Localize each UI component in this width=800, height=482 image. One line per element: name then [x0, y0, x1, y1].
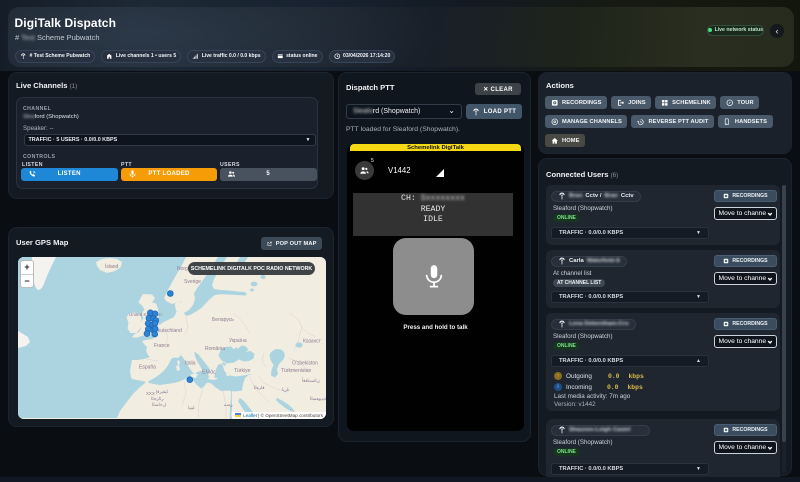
svg-text:Sverige: Sverige	[184, 279, 201, 285]
svg-text:ﺮﺋاﺰﺠﻟا: ﺮﺋاﺰﺠﻟا	[151, 396, 164, 401]
svg-text:Казахст: Казахст	[303, 339, 322, 345]
svg-text:Türkmenistan: Türkmenistan	[281, 368, 312, 374]
svg-text:Україна: Україна	[229, 338, 247, 344]
svg-text:France: France	[154, 343, 170, 349]
svg-text:قاﺮﻌﻟا: قاﺮﻌﻟا	[254, 385, 265, 390]
svg-text:Ísland: Ísland	[105, 263, 119, 270]
svg-text:Ελλάς: Ελλάς	[202, 369, 216, 376]
svg-text:نﺎﺘﺴﻧﺎﻐﻓأ: نﺎﺘﺴﻧﺎﻐﻓأ	[302, 377, 320, 383]
svg-text:España: España	[139, 365, 156, 371]
svg-text:ﺔﻳدﻮﻌﺴﻟا: ﺔﻳدﻮﻌﺴﻟا	[310, 396, 326, 401]
svg-text:România: România	[205, 346, 225, 352]
svg-text:ﺎﻴﺒﻴﻟ: ﺎﻴﺒﻴﻟ	[187, 405, 195, 410]
svg-text:ناﺮﻳا: ناﺮﻳا	[282, 387, 289, 392]
svg-text:Italia: Italia	[185, 361, 196, 367]
svg-text:Беларусь: Беларусь	[212, 317, 234, 323]
svg-text:ﻞﺣﺎﺴﻟا: ﻞﺣﺎﺴﻟا	[152, 402, 167, 407]
svg-text:Türkiye: Türkiye	[234, 368, 251, 374]
svg-text:O'zbekiston: O'zbekiston	[292, 361, 318, 367]
svg-text:ﺮﺼﻣ: ﺮﺼﻣ	[223, 402, 233, 407]
